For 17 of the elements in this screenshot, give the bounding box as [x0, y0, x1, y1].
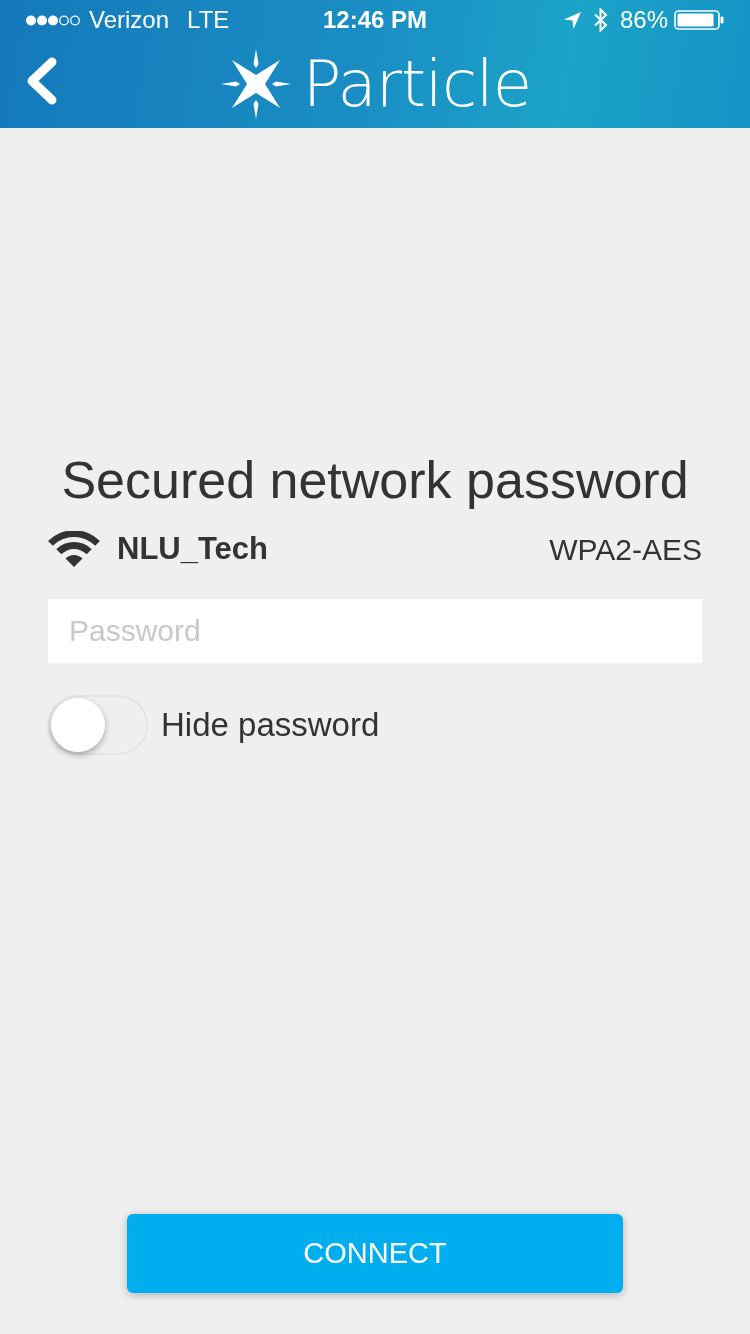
toggle-label: Hide password — [161, 705, 380, 746]
network-type: LTE — [187, 5, 230, 35]
carrier-name: Verizon — [89, 5, 170, 35]
status-time: 12:46 PM — [322, 5, 428, 35]
signal-dots-icon — [26, 14, 81, 26]
battery-percent: 86% — [619, 5, 668, 35]
location-arrow-icon — [563, 11, 581, 29]
page-heading: Secured network password — [60, 450, 690, 510]
toggle-switch[interactable] — [48, 695, 148, 755]
password-field[interactable]: Password — [48, 599, 702, 663]
battery-icon — [674, 10, 724, 30]
security-type: WPA2-AES — [549, 531, 702, 568]
network-name: NLU_Tech — [117, 529, 268, 568]
bluetooth-icon — [592, 8, 608, 32]
connect-button[interactable]: CONNECT — [127, 1214, 623, 1293]
wifi-icon — [48, 531, 100, 567]
app-logo-text: Particle — [302, 49, 532, 119]
